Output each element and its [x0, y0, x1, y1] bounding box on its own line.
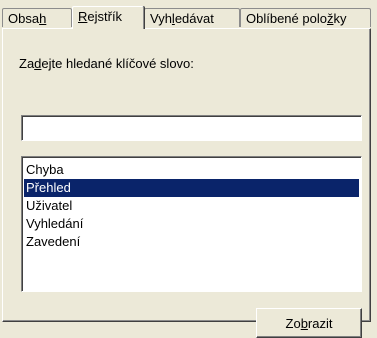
- tab-label: Obsa: [8, 11, 40, 26]
- tab-index[interactable]: Rejstřík: [72, 6, 144, 29]
- tab-label: Vyh: [150, 11, 172, 26]
- tab-strip: Obsah Rejstřík Vyhledávat Oblíbené polož…: [2, 6, 372, 29]
- button-label: Zo: [285, 315, 301, 331]
- tab-contents[interactable]: Obsah: [2, 8, 72, 27]
- tab-label: edávat: [174, 11, 214, 26]
- index-list[interactable]: Chyba Přehled Uživatel Vyhledání Zaveden…: [21, 156, 362, 292]
- tab-label: ejstřík: [87, 9, 123, 24]
- tab-access-key: R: [78, 9, 88, 24]
- index-panel: Zadejte hledané klíčové slovo: Chyba Pře…: [2, 28, 371, 338]
- tab-label: Oblíbené polo: [246, 11, 327, 26]
- list-item[interactable]: Vyhledání: [24, 215, 359, 233]
- keyword-search-input[interactable]: [21, 115, 362, 141]
- keyword-prompt-label: Zadejte hledané klíčové slovo:: [19, 56, 194, 71]
- tab-favorites[interactable]: Oblíbené položky: [240, 8, 371, 27]
- list-item-selected[interactable]: Přehled: [24, 179, 359, 197]
- tab-label: ky: [333, 11, 347, 26]
- button-label: razit: [307, 315, 333, 331]
- list-item[interactable]: Chyba: [24, 161, 359, 179]
- tab-search[interactable]: Vyhledávat: [144, 8, 240, 27]
- tab-access-key: h: [39, 11, 47, 26]
- button-access-key: b: [300, 315, 308, 331]
- display-button[interactable]: Zobrazit: [256, 308, 362, 338]
- list-item[interactable]: Uživatel: [24, 197, 359, 215]
- list-item[interactable]: Zavedení: [24, 233, 359, 251]
